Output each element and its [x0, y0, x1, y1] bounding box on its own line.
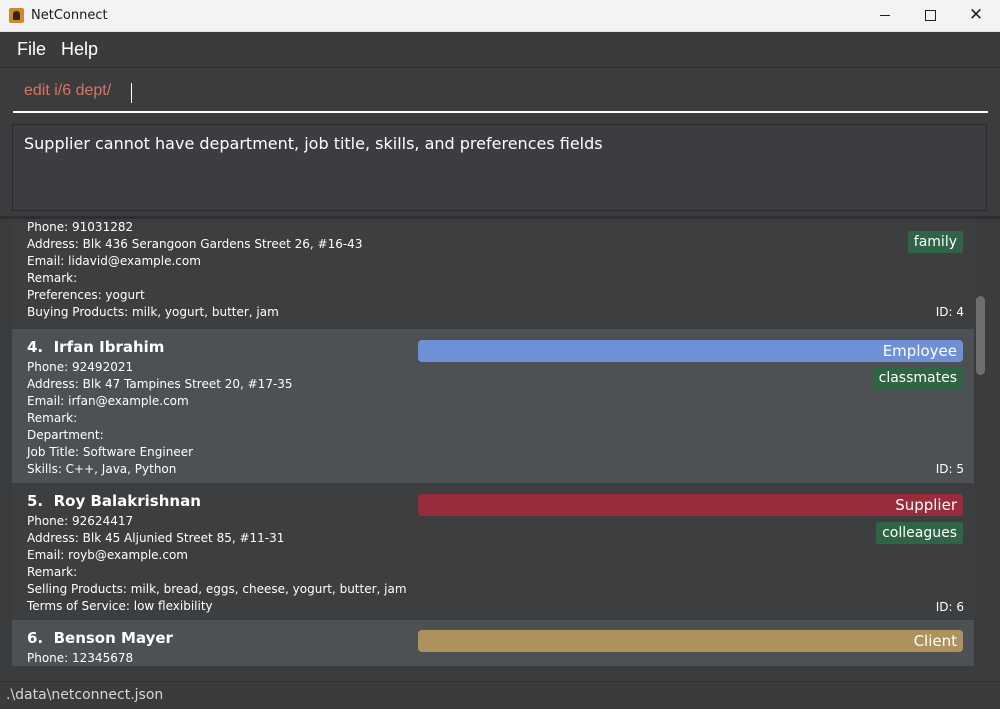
section-divider — [0, 216, 1000, 219]
card-remark: Remark: — [27, 271, 78, 285]
menu-bar: File Help — [0, 32, 1000, 68]
tag-family: family — [907, 231, 963, 253]
card-remark: Remark: — [27, 411, 78, 425]
card-department: Department: — [27, 428, 104, 442]
card-id: ID: 5 — [935, 462, 964, 476]
text-caret — [131, 83, 132, 103]
app-window: NetConnect ✕ File Help edit i/6 dept/ Su… — [0, 0, 1000, 709]
tag-classmates: classmates — [872, 367, 963, 389]
card-phone: Phone: 92492021 — [27, 360, 134, 374]
card-person-name: Irfan Ibrahim — [53, 338, 165, 356]
card-index: 5. — [27, 492, 44, 510]
tag-colleagues: colleagues — [876, 522, 963, 544]
close-button[interactable]: ✕ — [953, 0, 999, 31]
card-id: ID: 4 — [935, 305, 964, 319]
close-icon: ✕ — [968, 5, 984, 25]
card-email: Email: irfan@example.com — [27, 394, 189, 408]
card-name: 5. Roy Balakrishnan — [27, 492, 201, 510]
card-address: Address: Blk 45 Aljunied Street 85, #11-… — [27, 531, 285, 545]
status-file-path: .\data\netconnect.json — [6, 687, 164, 703]
maximize-button[interactable] — [907, 0, 953, 31]
minimize-button[interactable] — [862, 0, 908, 31]
status-bar: .\data\netconnect.json — [0, 681, 1000, 709]
title-bar: NetConnect ✕ — [0, 0, 1000, 32]
card-phone: Phone: 12345678 — [27, 651, 134, 665]
card-person-name: Roy Balakrishnan — [53, 492, 201, 510]
card-person-name: Benson Mayer — [53, 629, 173, 647]
person-card[interactable]: 5. Roy Balakrishnan Supplier colleagues … — [12, 483, 974, 620]
card-name: 6. Benson Mayer — [27, 629, 173, 647]
card-index: 6. — [27, 629, 44, 647]
role-badge-employee: Employee — [418, 340, 963, 362]
command-input[interactable]: edit i/6 dept/ — [13, 75, 988, 113]
role-badge-client: Client — [418, 630, 963, 652]
menu-help[interactable]: Help — [61, 32, 98, 67]
result-message: Supplier cannot have department, job tit… — [24, 134, 603, 153]
card-terms-of-service: Terms of Service: low flexibility — [27, 599, 213, 613]
window-title: NetConnect — [31, 8, 108, 23]
maximize-icon — [924, 10, 936, 21]
result-display: Supplier cannot have department, job tit… — [12, 124, 987, 211]
menu-file[interactable]: File — [17, 32, 46, 67]
person-card[interactable]: 4. Irfan Ibrahim Employee classmates Pho… — [12, 329, 974, 483]
command-text: edit i/6 dept/ — [24, 82, 112, 99]
card-name: 4. Irfan Ibrahim — [27, 338, 164, 356]
person-card[interactable]: Phone: 91031282 Address: Blk 436 Serango… — [12, 222, 974, 329]
card-job-title: Job Title: Software Engineer — [27, 445, 194, 459]
card-preferences: Preferences: yogurt — [27, 288, 145, 302]
card-index: 4. — [27, 338, 44, 356]
app-icon — [9, 8, 24, 23]
card-phone: Phone: 91031282 — [27, 222, 134, 234]
card-phone: Phone: 92624417 — [27, 514, 134, 528]
minimize-icon — [880, 15, 890, 16]
list-scrollbar[interactable] — [974, 222, 988, 666]
person-card[interactable]: 6. Benson Mayer Client Phone: 12345678 — [12, 620, 974, 666]
card-address: Address: Blk 47 Tampines Street 20, #17-… — [27, 377, 293, 391]
card-id: ID: 6 — [935, 600, 964, 614]
card-remark: Remark: — [27, 565, 78, 579]
card-skills: Skills: C++, Java, Python — [27, 462, 177, 476]
card-selling-products: Selling Products: milk, bread, eggs, che… — [27, 582, 407, 596]
card-email: Email: royb@example.com — [27, 548, 188, 562]
card-address: Address: Blk 436 Serangoon Gardens Stree… — [27, 237, 363, 251]
person-list[interactable]: Phone: 91031282 Address: Blk 436 Serango… — [12, 222, 974, 666]
card-email: Email: lidavid@example.com — [27, 254, 201, 268]
scrollbar-thumb[interactable] — [976, 296, 985, 375]
command-area: edit i/6 dept/ — [0, 68, 1000, 116]
role-badge-supplier: Supplier — [418, 494, 963, 516]
card-buying-products: Buying Products: milk, yogurt, butter, j… — [27, 305, 279, 319]
